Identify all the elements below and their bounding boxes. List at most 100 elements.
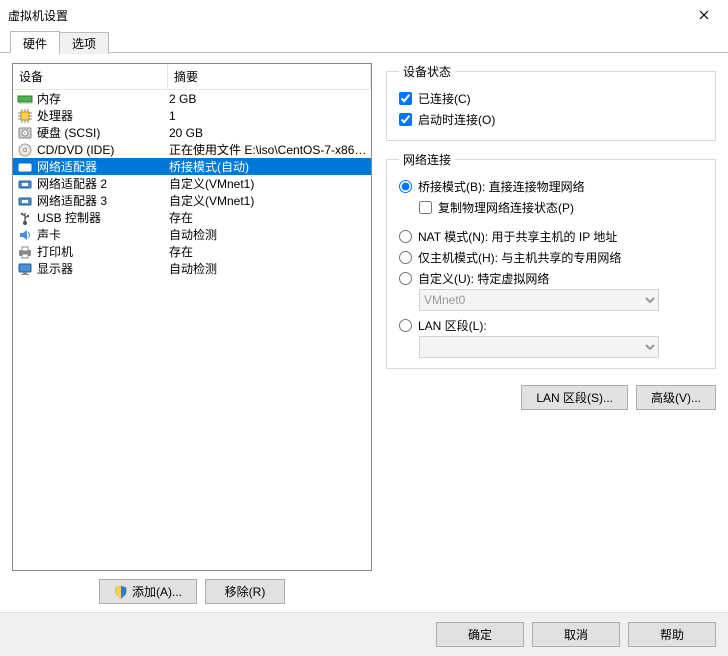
connect-at-power-row: 启动时连接(O): [399, 109, 703, 130]
lanseg-row: LAN 区段(L):: [399, 315, 703, 336]
add-button-label: 添加(A)...: [132, 583, 182, 600]
nat-label[interactable]: NAT 模式(N): 用于共享主机的 IP 地址: [418, 228, 617, 245]
device-summary: 20 GB: [169, 126, 367, 140]
remove-button[interactable]: 移除(R): [205, 579, 285, 604]
hostonly-row: 仅主机模式(H): 与主机共享的专用网络: [399, 247, 703, 268]
device-row[interactable]: 网络适配器 3自定义(VMnet1): [13, 192, 371, 209]
device-row[interactable]: 打印机存在: [13, 243, 371, 260]
help-button[interactable]: 帮助: [628, 622, 716, 647]
close-icon: [699, 10, 709, 20]
ok-label: 确定: [468, 626, 492, 643]
net-icon: [17, 159, 33, 175]
cancel-label: 取消: [564, 626, 588, 643]
remove-button-label: 移除(R): [225, 583, 266, 600]
cd-icon: [17, 142, 33, 158]
device-name: 打印机: [37, 243, 169, 260]
device-row[interactable]: 内存2 GB: [13, 90, 371, 107]
vm-settings-window: 虚拟机设置 硬件 选项 设备 摘要 内存2 GB处理器1硬盘 (SCSI)20 …: [0, 0, 728, 656]
device-row[interactable]: CD/DVD (IDE)正在使用文件 E:\iso\CentOS-7-x86_.…: [13, 141, 371, 158]
list-header: 设备 摘要: [13, 64, 371, 90]
footer: 确定 取消 帮助: [0, 612, 728, 656]
connected-row: 已连接(C): [399, 88, 703, 109]
custom-vmnet-select[interactable]: VMnet0: [419, 289, 659, 311]
advanced-button[interactable]: 高级(V)...: [636, 385, 716, 410]
printer-icon: [17, 244, 33, 260]
device-row[interactable]: 网络适配器桥接模式(自动): [13, 158, 371, 175]
content-area: 设备 摘要 内存2 GB处理器1硬盘 (SCSI)20 GBCD/DVD (ID…: [0, 53, 728, 612]
tab-hardware[interactable]: 硬件: [10, 31, 60, 53]
lan-segments-label: LAN 区段(S)...: [536, 389, 613, 406]
bridged-radio[interactable]: [399, 180, 412, 193]
tabstrip: 硬件 选项: [0, 30, 728, 53]
bridged-label[interactable]: 桥接模式(B): 直接连接物理网络: [418, 178, 585, 195]
device-summary: 1: [169, 109, 367, 123]
device-summary: 2 GB: [169, 92, 367, 106]
left-panel: 设备 摘要 内存2 GB处理器1硬盘 (SCSI)20 GBCD/DVD (ID…: [12, 63, 372, 604]
device-name: CD/DVD (IDE): [37, 143, 169, 157]
replicate-row: 复制物理网络连接状态(P): [419, 197, 703, 218]
lanseg-select[interactable]: [419, 336, 659, 358]
lanseg-radio[interactable]: [399, 319, 412, 332]
extended-buttons: LAN 区段(S)... 高级(V)...: [386, 379, 716, 410]
window-title: 虚拟机设置: [8, 7, 68, 24]
lan-segments-button[interactable]: LAN 区段(S)...: [521, 385, 628, 410]
connected-label[interactable]: 已连接(C): [418, 90, 471, 107]
right-panel: 设备状态 已连接(C) 启动时连接(O) 网络连接 桥接模式(B): 直接连接物…: [386, 63, 716, 604]
custom-label[interactable]: 自定义(U): 特定虚拟网络: [418, 270, 549, 287]
titlebar: 虚拟机设置: [0, 0, 728, 30]
device-name: USB 控制器: [37, 209, 169, 226]
device-name: 处理器: [37, 107, 169, 124]
device-summary: 正在使用文件 E:\iso\CentOS-7-x86_...: [169, 141, 367, 158]
col-device[interactable]: 设备: [13, 64, 168, 90]
net-icon: [17, 176, 33, 192]
network-connection-group: 网络连接 桥接模式(B): 直接连接物理网络 复制物理网络连接状态(P) NAT…: [386, 151, 716, 369]
display-icon: [17, 261, 33, 277]
custom-radio[interactable]: [399, 272, 412, 285]
custom-select-wrap: VMnet0: [419, 289, 703, 311]
col-summary[interactable]: 摘要: [168, 64, 371, 90]
add-button[interactable]: 添加(A)...: [99, 579, 197, 604]
device-summary: 自定义(VMnet1): [169, 175, 367, 192]
tab-options[interactable]: 选项: [59, 32, 109, 54]
nat-radio[interactable]: [399, 230, 412, 243]
device-row[interactable]: 网络适配器 2自定义(VMnet1): [13, 175, 371, 192]
device-name: 内存: [37, 90, 169, 107]
advanced-label: 高级(V)...: [651, 389, 701, 406]
bridged-row: 桥接模式(B): 直接连接物理网络: [399, 176, 703, 197]
device-row[interactable]: 显示器自动检测: [13, 260, 371, 277]
sound-icon: [17, 227, 33, 243]
tab-options-label: 选项: [72, 37, 96, 51]
shield-icon: [114, 585, 128, 599]
device-list: 设备 摘要 内存2 GB处理器1硬盘 (SCSI)20 GBCD/DVD (ID…: [12, 63, 372, 571]
hostonly-radio[interactable]: [399, 251, 412, 264]
device-summary: 自动检测: [169, 260, 367, 277]
device-row[interactable]: 硬盘 (SCSI)20 GB: [13, 124, 371, 141]
replicate-label[interactable]: 复制物理网络连接状态(P): [438, 199, 574, 216]
net-icon: [17, 193, 33, 209]
connect-at-power-checkbox[interactable]: [399, 113, 412, 126]
device-row[interactable]: 声卡自动检测: [13, 226, 371, 243]
device-name: 网络适配器: [37, 158, 169, 175]
replicate-checkbox[interactable]: [419, 201, 432, 214]
connected-checkbox[interactable]: [399, 92, 412, 105]
device-name: 网络适配器 3: [37, 192, 169, 209]
device-status-group: 设备状态 已连接(C) 启动时连接(O): [386, 63, 716, 141]
help-label: 帮助: [660, 626, 684, 643]
custom-row: 自定义(U): 特定虚拟网络: [399, 268, 703, 289]
left-buttons: 添加(A)... 移除(R): [12, 571, 372, 604]
ok-button[interactable]: 确定: [436, 622, 524, 647]
device-row[interactable]: 处理器1: [13, 107, 371, 124]
device-summary: 存在: [169, 209, 367, 226]
device-name: 声卡: [37, 226, 169, 243]
device-summary: 桥接模式(自动): [169, 158, 367, 175]
close-button[interactable]: [684, 1, 724, 29]
usb-icon: [17, 210, 33, 226]
device-row[interactable]: USB 控制器存在: [13, 209, 371, 226]
connect-at-power-label[interactable]: 启动时连接(O): [418, 111, 495, 128]
cancel-button[interactable]: 取消: [532, 622, 620, 647]
lanseg-select-wrap: [419, 336, 703, 358]
device-summary: 自定义(VMnet1): [169, 192, 367, 209]
lanseg-label[interactable]: LAN 区段(L):: [418, 317, 487, 334]
list-body: 内存2 GB处理器1硬盘 (SCSI)20 GBCD/DVD (IDE)正在使用…: [13, 90, 371, 570]
hostonly-label[interactable]: 仅主机模式(H): 与主机共享的专用网络: [418, 249, 621, 266]
